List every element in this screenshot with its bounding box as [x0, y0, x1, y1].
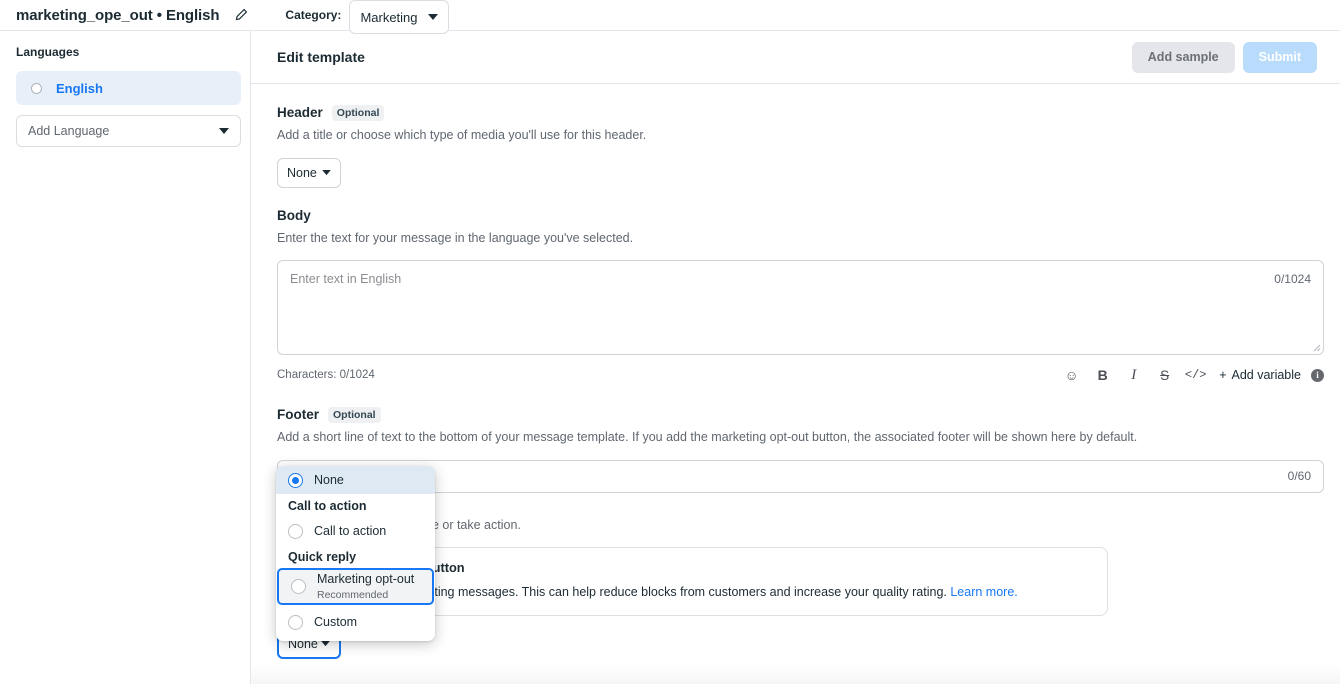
panel-actions: Add sample Submit — [1131, 41, 1317, 73]
header-optional-badge: Optional — [331, 105, 385, 121]
sidebar-heading: Languages — [16, 45, 80, 59]
body-character-counter: 0/1024 — [1274, 272, 1311, 286]
menu-item-label: None — [314, 472, 344, 487]
page-title: marketing_ope_out • English — [16, 6, 220, 24]
submit-button: Submit — [1242, 41, 1317, 73]
chevron-down-icon — [219, 127, 229, 135]
bottom-shadow — [251, 662, 1340, 684]
chevron-down-icon — [321, 641, 330, 647]
chevron-down-icon — [427, 13, 438, 21]
formatting-toolbar: ☺ B I S </> + Add variable i — [1056, 364, 1324, 386]
header-section: Header Optional Add a title or choose wh… — [277, 84, 1314, 188]
header-type-select[interactable]: None — [277, 157, 341, 188]
panel-header: Edit template Add sample Submit — [251, 31, 1340, 83]
radio-icon[interactable] — [288, 523, 303, 539]
menu-item-label: Marketing opt-out — [317, 571, 415, 586]
learn-more-link[interactable]: Learn more. — [950, 585, 1017, 599]
menu-item-sublabel: Recommended — [317, 588, 389, 601]
info-icon[interactable]: i — [1311, 368, 1324, 382]
pencil-icon[interactable] — [231, 5, 251, 25]
radio-icon[interactable] — [288, 614, 303, 630]
add-variable-label: Add variable — [1231, 368, 1302, 382]
code-icon[interactable]: </> — [1180, 364, 1211, 386]
category-select[interactable]: Marketing — [349, 0, 449, 34]
menu-item-none[interactable]: None — [276, 466, 435, 494]
strikethrough-icon[interactable]: S — [1149, 364, 1180, 386]
add-language-placeholder: Add Language — [28, 124, 110, 138]
body-characters-label: Characters: 0/1024 — [277, 369, 375, 381]
category-select-value: Marketing — [360, 9, 418, 25]
languages-sidebar: Languages English Add Language — [0, 30, 251, 684]
header-type-select-value: None — [287, 165, 317, 180]
chevron-down-icon — [322, 169, 331, 176]
footer-section-title: Footer — [277, 406, 319, 422]
buttons-type-dropdown-menu[interactable]: None Call to action Call to action Quick… — [276, 466, 435, 641]
body-section-description: Enter the text for your message in the l… — [277, 230, 634, 245]
menu-group-call-to-action: Call to action — [288, 499, 367, 513]
menu-item-label: Call to action — [314, 523, 387, 538]
header-section-title: Header — [277, 104, 323, 120]
footer-section-description: Add a short line of text to the bottom o… — [277, 430, 1138, 444]
footer-optional-badge: Optional — [328, 407, 381, 423]
add-language-select[interactable]: Add Language — [16, 115, 241, 147]
body-section: Body Enter the text for your message in … — [277, 188, 1324, 387]
header-section-description: Add a title or choose which type of medi… — [277, 128, 647, 142]
resize-handle-icon[interactable] — [1311, 342, 1321, 352]
sidebar-item-english[interactable]: English — [16, 71, 241, 105]
emoji-icon[interactable]: ☺ — [1056, 364, 1087, 386]
add-variable-button[interactable]: + Add variable — [1219, 368, 1301, 382]
language-radio-icon[interactable] — [31, 82, 42, 94]
radio-icon[interactable] — [291, 579, 306, 594]
menu-item-custom[interactable]: Custom — [276, 608, 435, 636]
body-textarea-placeholder: Enter text in English — [290, 272, 402, 286]
body-toolbar-row: Characters: 0/1024 ☺ B I S </> + Add var… — [277, 364, 1324, 386]
italic-icon[interactable]: I — [1118, 364, 1149, 386]
body-section-title: Body — [277, 207, 311, 223]
category-label: Category: — [285, 8, 342, 22]
body-textarea[interactable]: Enter text in English 0/1024 — [277, 260, 1324, 355]
panel-title: Edit template — [277, 49, 365, 65]
sidebar-item-label: English — [56, 80, 103, 96]
radio-selected-icon[interactable] — [288, 472, 303, 488]
plus-icon: + — [1219, 368, 1227, 382]
add-sample-button[interactable]: Add sample — [1131, 41, 1235, 73]
menu-item-call-to-action[interactable]: Call to action — [276, 517, 435, 545]
bold-icon[interactable]: B — [1087, 364, 1118, 386]
template-topbar: marketing_ope_out • English Category: Ma… — [0, 0, 1340, 34]
menu-item-label: Custom — [314, 614, 358, 629]
menu-group-quick-reply: Quick reply — [288, 550, 357, 564]
footer-character-counter: 0/60 — [1287, 469, 1311, 483]
menu-item-marketing-opt-out[interactable]: Marketing opt-out Recommended — [277, 568, 434, 605]
